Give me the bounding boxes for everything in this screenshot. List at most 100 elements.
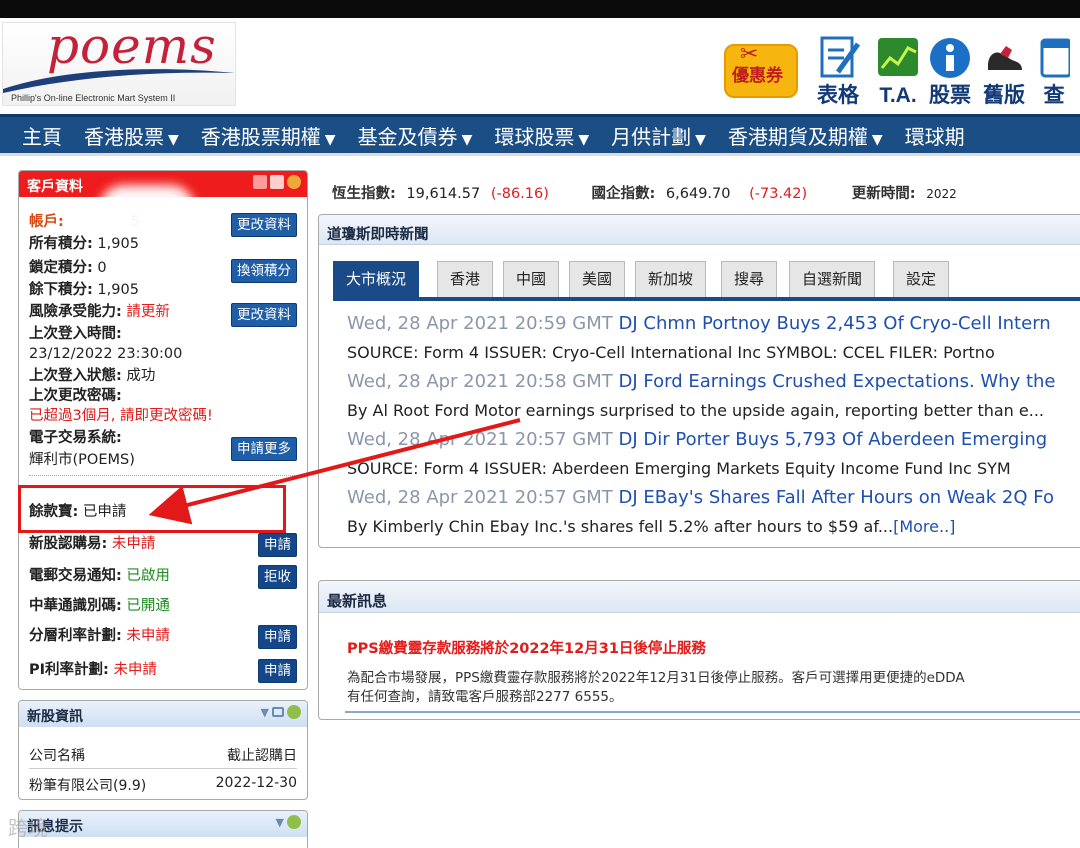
nav-funds-bonds[interactable]: 基金及債券 ▼ xyxy=(358,121,473,150)
redeem-points-button[interactable]: 換領積分 xyxy=(231,259,297,283)
alert-panel: 訊息提示 ▼ xyxy=(18,810,308,848)
remaining-points-row: 餘下積分: 1,905 xyxy=(29,282,139,298)
news-summary: SOURCE: Form 4 ISSUER: Aberdeen Emerging… xyxy=(347,459,1011,478)
last-login-label: 上次登入時間: xyxy=(29,326,122,342)
query-label: 查 xyxy=(1043,84,1065,107)
col-company: 公司名稱 xyxy=(29,748,85,764)
latest-news-panel: 最新訊息 PPS繳費靈存款服務將於2022年12月31日後停止服務 為配合市場發… xyxy=(318,580,1080,720)
apply-tier-button[interactable]: 申請 xyxy=(258,625,297,649)
old-version-button[interactable]: 舊版 xyxy=(982,36,1026,108)
hscei-change: (-73.42) xyxy=(749,186,808,202)
pw-change-label: 上次更改密碼: xyxy=(29,388,122,404)
locked-points-row: 鎖定積分: 0 xyxy=(29,260,107,276)
divider xyxy=(345,711,1080,713)
news-tabs: 大市概況 香港 中國 美國 新加坡 搜尋 自選新聞 設定 xyxy=(333,261,1080,301)
tab-hong-kong[interactable]: 香港 xyxy=(437,261,494,297)
panel-title: 道瓊斯即時新聞 xyxy=(327,227,429,243)
panel-header: 最新訊息 xyxy=(319,581,1080,613)
tab-market-overview[interactable]: 大市概況 xyxy=(333,261,420,297)
settings-icon[interactable] xyxy=(287,705,301,719)
nav-hk-futures-options[interactable]: 香港期貨及期權 ▼ xyxy=(728,121,883,150)
more-link[interactable]: [More..] xyxy=(893,517,955,536)
settings-icon[interactable] xyxy=(287,175,301,189)
news-summary: By Al Root Ford Motor earnings surprised… xyxy=(347,401,1045,420)
main-nav: 主頁 香港股票 ▼ 香港股票期權 ▼ 基金及債券 ▼ 環球股票 ▼ 月供計劃 ▼ 香港期貨… xyxy=(0,114,1080,156)
email-notify-row: 電郵交易通知: 已啟用 xyxy=(29,568,170,584)
minimize-icon[interactable] xyxy=(270,175,284,189)
browser-top-strip xyxy=(0,0,1080,18)
pw-warning: 已超過3個月, 請即更改密碼! xyxy=(29,408,213,424)
tab-custom-news[interactable]: 自選新聞 xyxy=(789,261,876,297)
total-points-row: 所有積分: 1,905 xyxy=(29,236,139,252)
tab-search[interactable]: 搜尋 xyxy=(721,261,778,297)
nav-hk-stock-options[interactable]: 香港股票期權 ▼ xyxy=(201,121,336,150)
form-label: 表格 xyxy=(817,84,859,107)
pi-rate-row: PI利率計劃: 未申請 xyxy=(29,662,157,678)
old-version-label: 舊版 xyxy=(983,84,1025,107)
edit-risk-button[interactable]: 更改資料 xyxy=(231,303,297,327)
ta-button[interactable]: T.A. xyxy=(876,36,920,108)
etrade-label: 電子交易系統: xyxy=(29,430,122,446)
stock-info-label: 股票 xyxy=(929,84,971,107)
ipo-subscription-row: 新股認購易: 未申請 xyxy=(29,536,156,552)
nav-hk-stocks[interactable]: 香港股票 ▼ xyxy=(84,121,179,150)
collapse-icon[interactable]: ▼ xyxy=(261,706,269,719)
logo-swoosh-icon xyxy=(3,69,235,93)
stock-info-button[interactable]: 股票 xyxy=(928,36,972,108)
coupon-button[interactable]: ✂ 優惠券 xyxy=(724,42,798,98)
reject-button[interactable]: 拒收 xyxy=(258,565,297,589)
panel-header: 訊息提示 ▼ xyxy=(19,811,307,837)
edit-info-button[interactable]: 更改資料 xyxy=(231,213,297,237)
table-row[interactable]: 粉筆有限公司(9.9) 2022-12-30 xyxy=(29,775,297,795)
highlight-box xyxy=(18,485,286,533)
ipo-table-header: 公司名稱 截止認購日 xyxy=(29,745,297,769)
tab-singapore[interactable]: 新加坡 xyxy=(635,261,707,297)
form-button[interactable]: 表格 xyxy=(816,36,861,108)
chevron-down-icon: ▼ xyxy=(168,131,179,148)
chevron-down-icon: ▼ xyxy=(695,131,706,148)
shoe-icon xyxy=(988,46,1022,70)
news-item[interactable]: Wed, 28 Apr 2021 20:57 GMT DJ Dir Porter… xyxy=(347,429,1047,450)
collapse-icon[interactable]: ▼ xyxy=(276,816,284,829)
apply-more-button[interactable]: 申請更多 xyxy=(231,437,297,461)
chevron-down-icon: ▼ xyxy=(578,131,590,148)
poems-logo[interactable]: poems Phillip's On-line Electronic Mart … xyxy=(2,22,236,106)
latest-headline[interactable]: PPS繳費靈存款服務將於2022年12月31日後停止服務 xyxy=(347,637,706,658)
last-status-row: 上次登入狀態: 成功 xyxy=(29,368,156,384)
news-item[interactable]: Wed, 28 Apr 2021 20:57 GMT DJ EBay's Sha… xyxy=(347,487,1054,508)
news-item[interactable]: Wed, 28 Apr 2021 20:58 GMT DJ Ford Earni… xyxy=(347,371,1056,392)
hsi-change: (-86.16) xyxy=(490,186,549,202)
tier-rate-row: 分層利率計劃: 未申請 xyxy=(29,628,170,644)
nav-home[interactable]: 主頁 xyxy=(22,121,62,150)
tab-settings[interactable]: 設定 xyxy=(893,261,950,297)
coupon-label: 優惠券 xyxy=(732,66,783,85)
latest-body: 為配合市場發展，PPS繳費靈存款服務將於2022年12月31日後停止服務。客戶可… xyxy=(347,670,965,705)
apply-pi-button[interactable]: 申請 xyxy=(258,659,297,683)
chevron-down-icon: ▼ xyxy=(871,131,883,148)
apply-ipo-button[interactable]: 申請 xyxy=(258,533,297,557)
collapse-icon[interactable] xyxy=(253,175,267,189)
nav-global-futures[interactable]: 環球期 xyxy=(905,121,965,150)
nav-monthly-plan[interactable]: 月供計劃 ▼ xyxy=(611,121,706,150)
dj-news-panel: 道瓊斯即時新聞 大市概況 香港 中國 美國 新加坡 搜尋 自選新聞 設定 Wed… xyxy=(318,214,1080,548)
panel-title: 客戶資料 xyxy=(27,179,83,195)
query-button[interactable]: 查 xyxy=(1038,36,1072,108)
last-login-value: 23/12/2022 23:30:00 xyxy=(29,346,183,362)
minimize-icon[interactable] xyxy=(272,707,284,717)
hsi-value: 19,614.57 xyxy=(406,186,481,202)
tab-china[interactable]: 中國 xyxy=(503,261,560,297)
update-time: 2022 xyxy=(926,187,957,201)
form-icon xyxy=(820,36,861,78)
info-icon xyxy=(930,38,970,78)
settings-icon[interactable] xyxy=(287,815,301,829)
news-item[interactable]: Wed, 28 Apr 2021 20:59 GMT DJ Chmn Portn… xyxy=(347,313,1051,334)
divider xyxy=(29,475,297,476)
news-summary: SOURCE: Form 4 ISSUER: Cryo-Cell Interna… xyxy=(347,343,995,362)
etrade-value: 輝利市(POEMS) xyxy=(29,452,135,468)
index-ticker: 恆生指數: 19,614.57 (-86.16) 國企指數: 6,649.70 … xyxy=(332,186,957,202)
nav-global-stocks[interactable]: 環球股票 ▼ xyxy=(494,121,589,150)
top-toolbar: ✂ 優惠券 表格 T.A. 股票 舊版 查 xyxy=(720,36,1080,108)
col-deadline: 截止認購日 xyxy=(227,748,297,764)
tab-usa[interactable]: 美國 xyxy=(569,261,626,297)
chevron-down-icon: ▼ xyxy=(461,131,473,148)
